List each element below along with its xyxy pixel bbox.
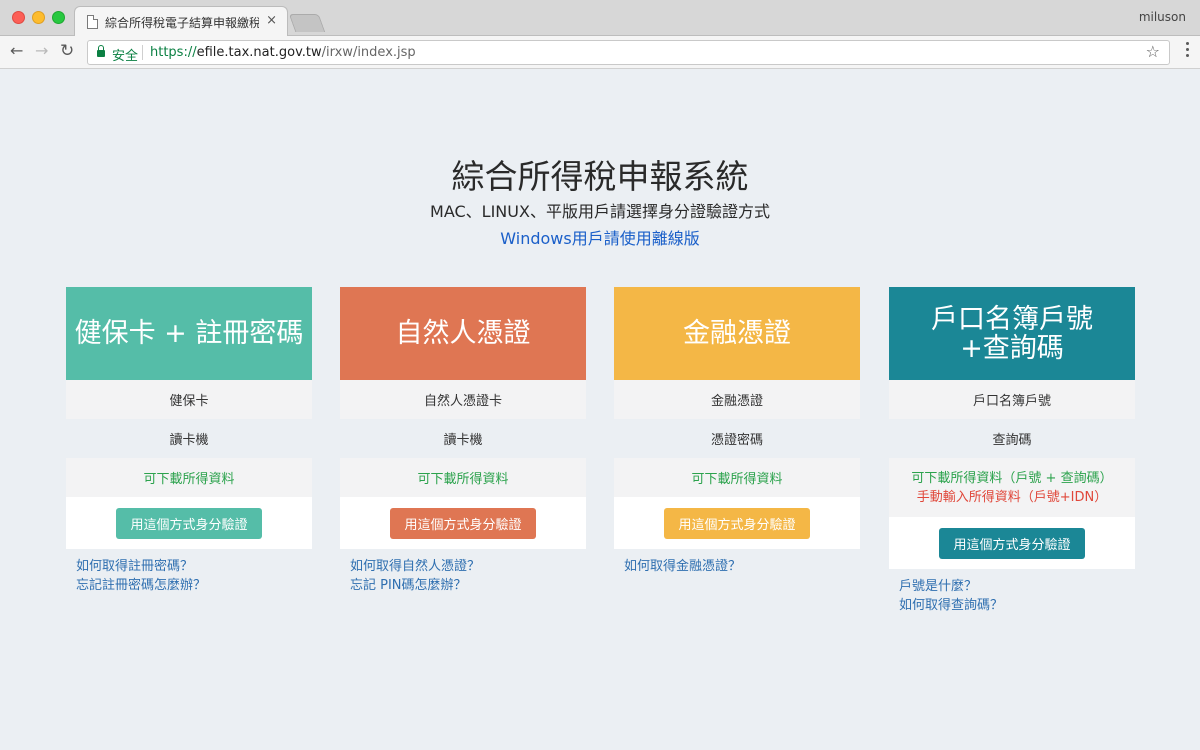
card-financial-cert-title: 金融憑證 <box>614 287 860 380</box>
url-scheme: https:// <box>150 45 197 60</box>
browser-tab[interactable]: 綜合所得稅電子結算申報繳稅系統 × <box>74 6 288 37</box>
financial-cert-verify-button[interactable]: 用這個方式身分驗證 <box>664 507 810 539</box>
card-nhi-item-2: 讀卡機 <box>169 433 209 448</box>
reload-icon[interactable]: ↻ <box>60 41 74 61</box>
card-citizen-cert-button-area: 用這個方式身分驗證 <box>340 497 586 549</box>
lock-icon <box>97 45 105 57</box>
page-subtitle: MAC、LINUX、平版用戶請選擇身分證驗證方式 <box>430 202 770 221</box>
card-household-links: 戶號是什麼？ 如何取得查詢碼？ <box>889 577 1135 615</box>
star-icon[interactable]: ☆ <box>1146 42 1160 61</box>
card-household-title-line-1: 戶口名簿戶號 <box>931 303 1093 335</box>
tab-title: 綜合所得稅電子結算申報繳稅系統 <box>105 16 259 30</box>
card-nhi-item-1: 健保卡 <box>66 380 312 419</box>
card-citizen-cert-title: 自然人憑證 <box>340 287 586 380</box>
card-nhi-status: 可下載所得資料 <box>66 458 312 497</box>
card-financial-cert-status: 可下載所得資料 <box>614 458 860 497</box>
card-nhi: 健保卡 + 註冊密碼 健保卡 讀卡機 可下載所得資料 用這個方式身分驗證 如何取… <box>66 287 312 595</box>
card-citizen-cert-item-1: 自然人憑證卡 <box>340 380 586 419</box>
window-maximize-button[interactable] <box>52 11 65 24</box>
url-text[interactable]: https://efile.tax.nat.gov.tw/irxw/index.… <box>150 45 416 60</box>
card-household-item-2: 查詢碼 <box>992 433 1032 448</box>
card-citizen-cert-links: 如何取得自然人憑證？ 忘記 PIN碼怎麼辦？ <box>340 557 586 595</box>
household-number-what-link[interactable]: 戶號是什麼？ <box>899 577 1135 596</box>
secure-label: 安全 <box>112 49 139 64</box>
browser-toolbar: ← → ↻ 安全 https://efile.tax.nat.gov.tw/ir… <box>0 36 1200 69</box>
card-nhi-title: 健保卡 + 註冊密碼 <box>66 287 312 380</box>
url-host: efile.tax.nat.gov.tw <box>196 45 322 60</box>
card-financial-cert-item-1: 金融憑證 <box>614 380 860 419</box>
arrow-right-icon[interactable]: → <box>35 41 48 60</box>
offline-version-link[interactable]: Windows用戶請使用離線版 <box>0 225 1200 249</box>
profile-name[interactable]: miluson <box>1139 10 1186 24</box>
card-financial-cert: 金融憑證 金融憑證 憑證密碼 可下載所得資料 用這個方式身分驗證 如何取得金融憑… <box>614 287 860 576</box>
address-bar[interactable]: 安全 https://efile.tax.nat.gov.tw/irxw/ind… <box>87 40 1170 65</box>
household-verify-button[interactable]: 用這個方式身分驗證 <box>939 527 1085 559</box>
card-financial-cert-links: 如何取得金融憑證？ <box>614 557 860 576</box>
card-household-item-1: 戶口名簿戶號 <box>889 380 1135 419</box>
browser-titlebar: 綜合所得稅電子結算申報繳稅系統 × miluson <box>0 0 1200 37</box>
window-close-button[interactable] <box>12 11 25 24</box>
card-citizen-cert-status: 可下載所得資料 <box>340 458 586 497</box>
financial-cert-get-link[interactable]: 如何取得金融憑證？ <box>624 557 860 576</box>
window-minimize-button[interactable] <box>32 11 45 24</box>
card-household-status-block: 可下載所得資料（戶號 + 查詢碼） 手動輸入所得資料（戶號+IDN） <box>889 458 1135 517</box>
new-tab-button[interactable] <box>288 14 326 32</box>
card-citizen-cert: 自然人憑證 自然人憑證卡 讀卡機 可下載所得資料 用這個方式身分驗證 如何取得自… <box>340 287 586 595</box>
citizen-cert-get-link[interactable]: 如何取得自然人憑證？ <box>350 557 586 576</box>
card-citizen-cert-item-2: 讀卡機 <box>443 433 483 448</box>
card-household-title-line-2: +查詢碼 <box>960 332 1064 364</box>
citizen-cert-forgot-pin-link[interactable]: 忘記 PIN碼怎麼辦？ <box>350 576 586 595</box>
card-nhi-button-area: 用這個方式身分驗證 <box>66 497 312 549</box>
card-household-button-area: 用這個方式身分驗證 <box>889 517 1135 569</box>
tab-close-icon[interactable]: × <box>266 13 277 28</box>
card-household: 戶口名簿戶號 +查詢碼 戶口名簿戶號 查詢碼 可下載所得資料（戶號 + 查詢碼）… <box>889 287 1135 615</box>
card-financial-cert-item-2: 憑證密碼 <box>710 433 763 448</box>
page-icon <box>87 15 98 29</box>
url-path: /irxw/index.jsp <box>321 45 416 60</box>
arrow-left-icon[interactable]: ← <box>10 41 23 60</box>
card-nhi-links: 如何取得註冊密碼？ 忘記註冊密碼怎麼辦？ <box>66 557 312 595</box>
nhi-get-password-link[interactable]: 如何取得註冊密碼？ <box>76 557 312 576</box>
card-household-status: 可下載所得資料（戶號 + 查詢碼） <box>911 470 1113 486</box>
page-title: 綜合所得稅申報系統 <box>451 157 749 196</box>
card-household-manual-status: 手動輸入所得資料（戶號+IDN） <box>916 489 1108 505</box>
card-household-title: 戶口名簿戶號 +查詢碼 <box>889 287 1135 380</box>
household-get-code-link[interactable]: 如何取得查詢碼？ <box>899 596 1135 615</box>
nhi-verify-button[interactable]: 用這個方式身分驗證 <box>116 507 262 539</box>
menu-dots-icon[interactable] <box>1186 42 1190 60</box>
card-financial-cert-button-area: 用這個方式身分驗證 <box>614 497 860 549</box>
address-divider <box>142 45 143 60</box>
citizen-cert-verify-button[interactable]: 用這個方式身分驗證 <box>390 507 536 539</box>
nhi-forgot-password-link[interactable]: 忘記註冊密碼怎麼辦？ <box>76 576 312 595</box>
